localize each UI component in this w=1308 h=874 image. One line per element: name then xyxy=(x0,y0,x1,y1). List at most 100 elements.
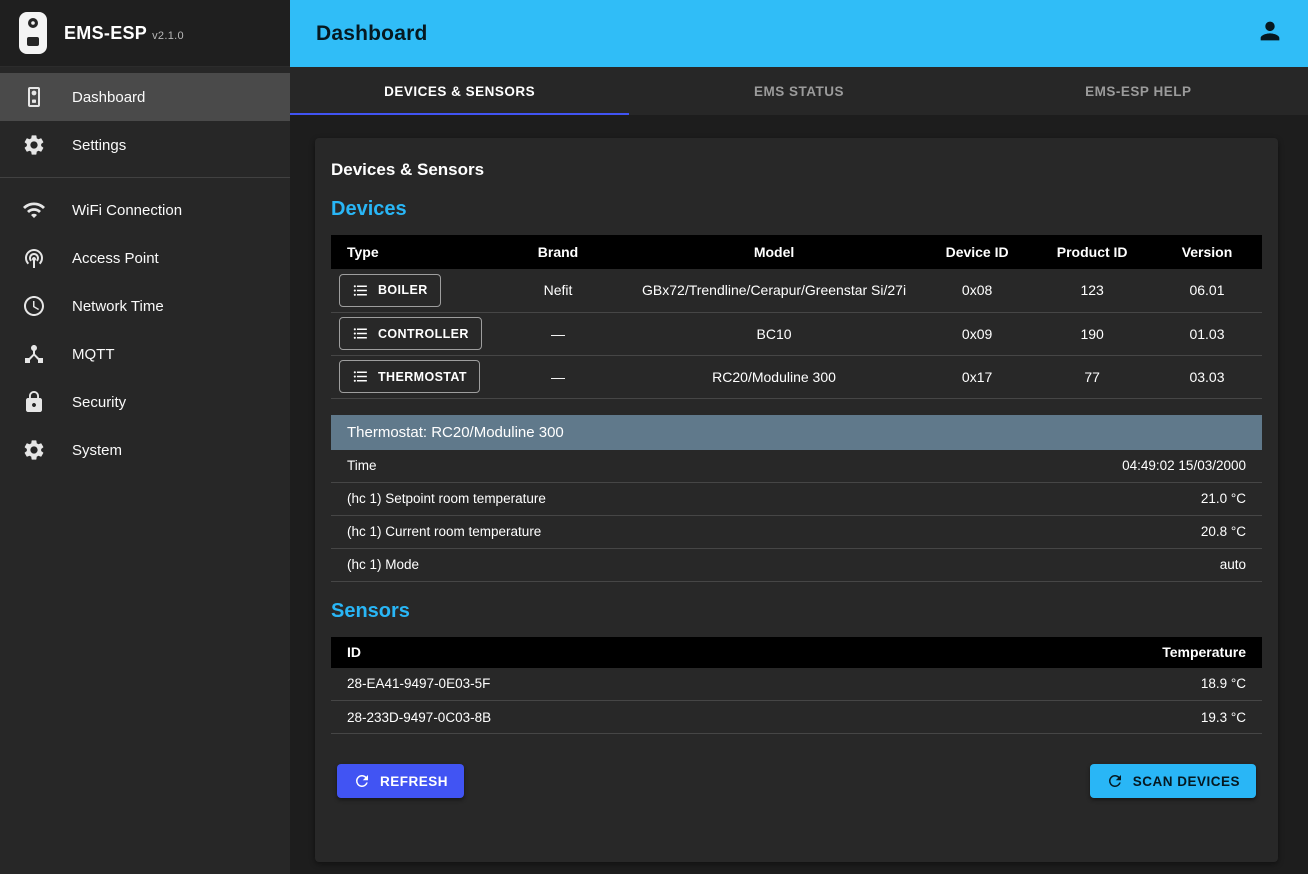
sidebar-item-label: Security xyxy=(72,394,126,411)
devices-sensors-card: Devices & Sensors Devices Type Brand Mod… xyxy=(315,138,1278,862)
detail-value: auto xyxy=(1220,557,1246,572)
tab-devices-sensors[interactable]: DEVICES & SENSORS xyxy=(290,67,629,115)
device-id: 0x17 xyxy=(922,355,1032,398)
sidebar-divider xyxy=(0,177,290,178)
detail-row: Time 04:49:02 15/03/2000 xyxy=(331,450,1262,483)
card-title: Devices & Sensors xyxy=(331,160,1262,180)
product-id: 190 xyxy=(1032,312,1152,355)
device-brand: — xyxy=(490,355,626,398)
sidebar-item-label: WiFi Connection xyxy=(72,202,182,219)
col-model: Model xyxy=(626,235,922,269)
controller-button[interactable]: CONTROLLER xyxy=(339,317,482,350)
device-type-label: CONTROLLER xyxy=(378,327,469,341)
sensor-id: 28-EA41-9497-0E03-5F xyxy=(331,668,893,701)
sidebar-item-settings[interactable]: Settings xyxy=(0,121,290,169)
devices-table: Type Brand Model Device ID Product ID Ve… xyxy=(331,235,1262,399)
main-area: Dashboard DEVICES & SENSORS EMS STATUS E… xyxy=(290,0,1308,874)
detail-label: Time xyxy=(347,458,377,473)
col-id: ID xyxy=(331,637,893,668)
device-version: 06.01 xyxy=(1152,269,1262,312)
detail-row: (hc 1) Mode auto xyxy=(331,549,1262,582)
device-type-label: THERMOSTAT xyxy=(378,370,467,384)
sidebar-item-network-time[interactable]: Network Time xyxy=(0,282,290,330)
tabbar: DEVICES & SENSORS EMS STATUS EMS-ESP HEL… xyxy=(290,67,1308,115)
refresh-button-label: REFRESH xyxy=(380,774,448,789)
detail-value: 04:49:02 15/03/2000 xyxy=(1122,458,1246,473)
col-device-id: Device ID xyxy=(922,235,1032,269)
sidebar-item-security[interactable]: Security xyxy=(0,378,290,426)
sidebar-item-label: System xyxy=(72,442,122,459)
card-actions: REFRESH SCAN DEVICES xyxy=(331,764,1262,798)
detail-label: (hc 1) Current room temperature xyxy=(347,524,541,539)
device-version: 01.03 xyxy=(1152,312,1262,355)
sensors-table-header: ID Temperature xyxy=(331,637,1262,668)
sensor-id: 28-233D-9497-0C03-8B xyxy=(331,701,893,734)
appbar: Dashboard xyxy=(290,0,1308,67)
device-row-boiler: BOILER Nefit GBx72/Trendline/Cerapur/Gre… xyxy=(331,269,1262,312)
col-product-id: Product ID xyxy=(1032,235,1152,269)
device-row-thermostat: THERMOSTAT — RC20/Moduline 300 0x17 77 0… xyxy=(331,355,1262,398)
refresh-button[interactable]: REFRESH xyxy=(337,764,464,798)
devices-heading: Devices xyxy=(331,198,1262,221)
gear-icon xyxy=(22,438,46,462)
clock-icon xyxy=(22,294,46,318)
sidebar-header: EMS-ESPv2.1.0 xyxy=(0,0,290,67)
app-root: EMS-ESPv2.1.0 Dashboard Settings xyxy=(0,0,1308,874)
device-row-controller: CONTROLLER — BC10 0x09 190 01.03 xyxy=(331,312,1262,355)
sidebar-item-dashboard[interactable]: Dashboard xyxy=(0,73,290,121)
sensors-heading: Sensors xyxy=(331,600,1262,623)
thermostat-button[interactable]: THERMOSTAT xyxy=(339,360,480,393)
thermostat-detail-header: Thermostat: RC20/Moduline 300 xyxy=(331,415,1262,450)
tab-ems-status[interactable]: EMS STATUS xyxy=(629,67,968,115)
refresh-icon xyxy=(1106,772,1124,790)
boiler-button[interactable]: BOILER xyxy=(339,274,441,307)
list-icon xyxy=(352,368,369,385)
list-icon xyxy=(352,282,369,299)
device-type-label: BOILER xyxy=(378,283,428,297)
product-id: 77 xyxy=(1032,355,1152,398)
scan-devices-button[interactable]: SCAN DEVICES xyxy=(1090,764,1256,798)
ems-esp-logo-icon xyxy=(18,10,50,56)
device-icon xyxy=(22,85,46,109)
thermostat-detail-rows: Time 04:49:02 15/03/2000 (hc 1) Setpoint… xyxy=(331,450,1262,582)
sidebar-item-wifi-connection[interactable]: WiFi Connection xyxy=(0,186,290,234)
sensor-row: 28-233D-9497-0C03-8B 19.3 °C xyxy=(331,701,1262,734)
sidebar-item-label: Dashboard xyxy=(72,89,145,106)
tab-ems-esp-help[interactable]: EMS-ESP HELP xyxy=(969,67,1308,115)
devices-table-header: Type Brand Model Device ID Product ID Ve… xyxy=(331,235,1262,269)
detail-value: 21.0 °C xyxy=(1201,491,1246,506)
device-brand: — xyxy=(490,312,626,355)
wifi-icon xyxy=(22,198,46,222)
detail-row: (hc 1) Current room temperature 20.8 °C xyxy=(331,516,1262,549)
sidebar-item-system[interactable]: System xyxy=(0,426,290,474)
person-icon xyxy=(1256,17,1284,50)
sidebar-item-mqtt[interactable]: MQTT xyxy=(0,330,290,378)
device-version: 03.03 xyxy=(1152,355,1262,398)
scan-devices-button-label: SCAN DEVICES xyxy=(1133,774,1240,789)
sidebar-item-label: MQTT xyxy=(72,346,115,363)
col-type: Type xyxy=(331,235,490,269)
gear-icon xyxy=(22,133,46,157)
refresh-icon xyxy=(353,772,371,790)
device-model: BC10 xyxy=(626,312,922,355)
app-title: EMS-ESPv2.1.0 xyxy=(64,23,184,44)
detail-row: (hc 1) Setpoint room temperature 21.0 °C xyxy=(331,483,1262,516)
col-brand: Brand xyxy=(490,235,626,269)
product-id: 123 xyxy=(1032,269,1152,312)
device-id: 0x08 xyxy=(922,269,1032,312)
account-button[interactable] xyxy=(1248,12,1292,56)
sensors-table: ID Temperature 28-EA41-9497-0E03-5F 18.9… xyxy=(331,637,1262,735)
device-id: 0x09 xyxy=(922,312,1032,355)
detail-label: (hc 1) Setpoint room temperature xyxy=(347,491,546,506)
sensor-temperature: 19.3 °C xyxy=(893,701,1262,734)
list-icon xyxy=(352,325,369,342)
device-hub-icon xyxy=(22,342,46,366)
content-area: Devices & Sensors Devices Type Brand Mod… xyxy=(290,115,1308,874)
detail-value: 20.8 °C xyxy=(1201,524,1246,539)
sensor-temperature: 18.9 °C xyxy=(893,668,1262,701)
sidebar-item-access-point[interactable]: Access Point xyxy=(0,234,290,282)
wifi-tethering-icon xyxy=(22,246,46,270)
sensor-row: 28-EA41-9497-0E03-5F 18.9 °C xyxy=(331,668,1262,701)
sidebar-item-label: Access Point xyxy=(72,250,159,267)
sidebar-item-label: Network Time xyxy=(72,298,164,315)
